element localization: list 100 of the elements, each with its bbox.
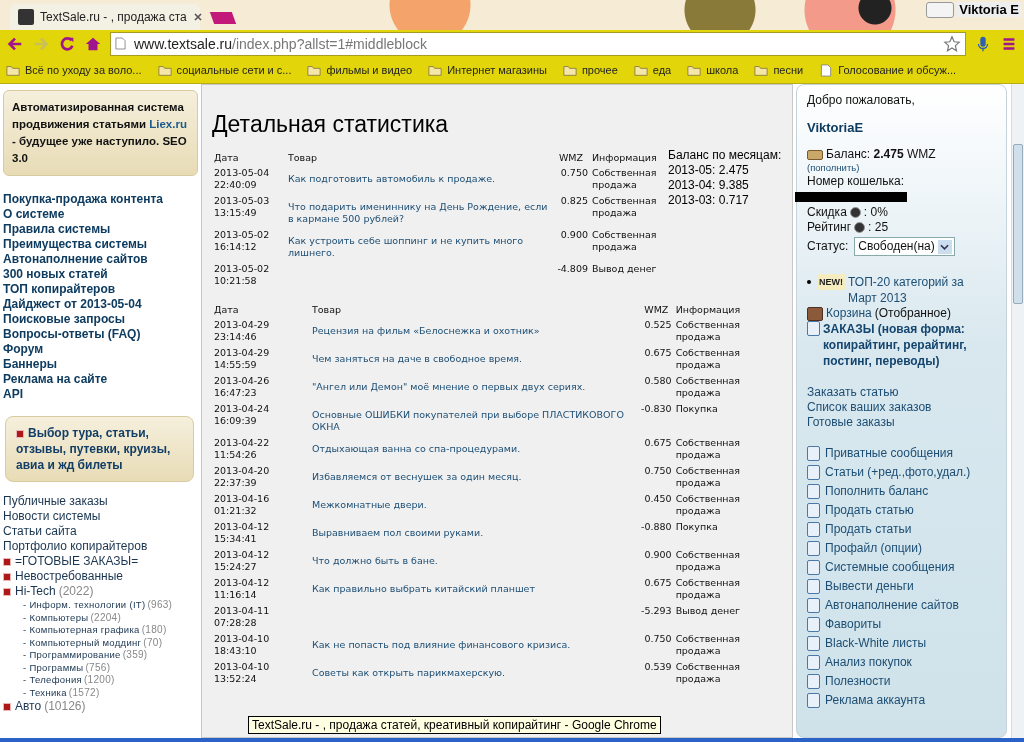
status-select[interactable]: Свободен(на) (854, 237, 955, 256)
nav-link[interactable]: Публичные заказы (3, 494, 198, 509)
subcategory-link[interactable]: - Компьютерная графика (23, 624, 140, 635)
account-menu-link[interactable]: Приватные сообщения (825, 444, 953, 463)
folder-icon (633, 63, 648, 77)
minimize-button[interactable] (926, 2, 954, 18)
bookmark[interactable]: песни (754, 63, 804, 77)
star-icon[interactable] (943, 34, 961, 53)
subcategory-link[interactable]: - Программы (23, 661, 84, 673)
account-menu-link[interactable]: Вывести деньги (825, 577, 914, 596)
cart-link[interactable]: Корзина (826, 306, 872, 321)
close-icon[interactable] (192, 12, 203, 22)
account-menu-link[interactable]: Пополнить баланс (825, 482, 929, 501)
document-icon (807, 655, 820, 670)
account-menu-link[interactable]: Black-White листы (825, 634, 927, 653)
scrollbar[interactable] (1011, 84, 1024, 738)
account-menu-link[interactable]: Системные сообщения (825, 558, 955, 577)
nav-link[interactable]: Реклама на сайте (3, 372, 198, 387)
bookmark[interactable]: прочее (562, 63, 618, 77)
profile-name[interactable]: Viktoria E (956, 2, 1022, 17)
promo-link[interactable]: Liex.ru (149, 118, 187, 130)
article-link[interactable]: Как правильно выбрать китайский планшет (312, 577, 637, 595)
top-categories-link[interactable]: ТОП-20 категорий за Март 2013 (848, 274, 988, 306)
bookmark[interactable]: фильмы и видео (307, 63, 413, 77)
order-link[interactable]: Готовые заказы (807, 415, 998, 430)
info-cell: Собственная продажа (675, 493, 741, 516)
article-link[interactable]: Отдыхающая ванна со спа-процедурами. (312, 437, 637, 455)
username-link[interactable]: ViktoriaE (807, 120, 998, 135)
date-cell: 2013-04-12 11:16:14 (214, 577, 270, 600)
nav-link[interactable]: Преимущества системы (3, 237, 198, 252)
new-tab-button[interactable] (209, 12, 237, 24)
article-link[interactable]: Советы как открыть парикмахерскую. (312, 661, 637, 679)
orders-link[interactable]: ЗАКАЗЫ (новая форма: копирайтинг, рерайтинг, постинг, переводы) (823, 321, 995, 369)
nav-link[interactable]: Покупка-продажа контента (3, 192, 198, 207)
article-link[interactable]: Как подготовить автомобиль к продаже. (288, 167, 550, 185)
article-link[interactable]: Межкомнатные двери. (312, 493, 637, 511)
subcategory-link[interactable]: - Компьютерный моддинг (23, 636, 142, 648)
account-menu-link[interactable]: Фавориты (825, 615, 882, 634)
subcategory-link[interactable]: - Техника (23, 686, 67, 698)
monthly-balance: 2013-05: 2.475 (668, 163, 750, 178)
article-link[interactable]: Как не попасть под влияние финансового кризиса. (312, 633, 637, 651)
subcategory-link[interactable]: - Информ. технологии (IT) (23, 599, 146, 610)
order-link[interactable]: Список ваших заказов (807, 400, 998, 415)
bookmark[interactable]: социальные сети и с... (157, 63, 292, 77)
nav-link[interactable]: ТОП копирайтеров (3, 282, 198, 297)
nav-link[interactable]: Дайджест от 2013-05-04 (3, 297, 198, 312)
account-menu-link[interactable]: Автонаполнение сайтов (825, 596, 959, 615)
reload-icon[interactable] (58, 34, 76, 53)
nav-link[interactable]: API (3, 387, 198, 402)
article-link[interactable]: Как устроить себе шоппинг и не купить много лишнего. (288, 229, 550, 259)
nav-link[interactable]: Поисковые запросы (3, 312, 198, 327)
subcategory-link[interactable]: - Компьютеры (23, 611, 89, 623)
article-link[interactable]: Что подарить имениннику на День Рождение, если в кармане 500 рублей? (288, 195, 550, 225)
account-menu-link[interactable]: Продать статью (825, 501, 914, 520)
article-link[interactable]: Основные ОШИБКИ покупателей при выборе ПЛАСТИКОВОГО ОКНА (312, 403, 637, 433)
article-link[interactable]: Избавляемся от веснушек за один месяц. (312, 465, 637, 483)
amount-cell: 0.450 (644, 493, 672, 504)
bookmark[interactable]: Всё по уходу за воло... (6, 63, 142, 77)
category-count: (2022) (58, 584, 94, 598)
category-link[interactable]: Авто (15, 699, 42, 713)
account-menu-link[interactable]: Статьи (+ред.,фото,удал.) (825, 463, 971, 482)
nav-link[interactable]: Форум (3, 342, 198, 357)
nav-link[interactable]: Автонаполнение сайтов (3, 252, 198, 267)
nav-link[interactable]: Портфолио копирайтеров (3, 539, 198, 554)
category-link[interactable]: Hi-Tech (15, 584, 56, 598)
order-link[interactable]: Заказать статью (807, 385, 998, 400)
bookmark[interactable]: Голосование и обсуж... (819, 63, 957, 77)
account-menu-link[interactable]: Полезности (825, 672, 891, 691)
account-menu-link[interactable]: Продать статьи (825, 520, 912, 539)
subcategory-link[interactable]: - Программирование (23, 649, 121, 660)
article-link[interactable]: Рецензия на фильм «Белоснежка и охотник» (312, 319, 637, 337)
nav-link[interactable]: Статьи сайта (3, 524, 198, 539)
help-icon[interactable] (854, 222, 866, 233)
account-menu-link[interactable]: Реклама аккаунта (825, 691, 926, 710)
bookmark[interactable]: Интернет магазины (428, 63, 547, 77)
article-link[interactable]: "Ангел или Демон" моё мнение о первых двух сериях. (312, 375, 637, 393)
subcategory-link[interactable]: - Телефония (23, 674, 82, 685)
nav-link[interactable]: Вопросы-ответы (FAQ) (3, 327, 198, 342)
browser-tab[interactable]: TextSale.ru - , продажа ста (10, 4, 200, 30)
column-header: Информация (674, 304, 742, 317)
article-link[interactable]: Чем заняться на даче в свободное время. (312, 347, 637, 365)
nav-link[interactable]: 300 новых статей (3, 267, 198, 282)
article-link[interactable]: Что должно быть в бане. (312, 549, 637, 567)
nav-link[interactable]: Новости системы (3, 509, 198, 524)
category-link[interactable]: Невостребованные (15, 569, 123, 583)
category-link[interactable]: =ГОТОВЫЕ ЗАКАЗЫ= (15, 554, 139, 568)
amount-cell: 0.539 (644, 661, 672, 672)
bookmark[interactable]: еда (633, 63, 672, 77)
help-icon[interactable] (849, 207, 861, 218)
article-link[interactable]: Выравниваем пол своими руками. (312, 521, 637, 539)
bookmark[interactable]: школа (687, 63, 739, 77)
top-up-link[interactable]: (пополнить) (807, 162, 998, 174)
nav-link[interactable]: Баннеры (3, 357, 198, 372)
tour-link[interactable]: Выбор тура, статьи, отзывы, путевки, круизы, авиа и жд билеты (16, 425, 183, 473)
account-menu-link[interactable]: Профайл (опции) (825, 539, 922, 558)
column-header: WMZ (643, 304, 670, 317)
nav-link[interactable]: О системе (3, 207, 198, 222)
account-menu-link[interactable]: Анализ покупок (825, 653, 912, 672)
nav-link[interactable]: Правила системы (3, 222, 198, 237)
address-bar[interactable]: www.textsale.ru/index.php?allst=1#middleblock (110, 31, 966, 56)
